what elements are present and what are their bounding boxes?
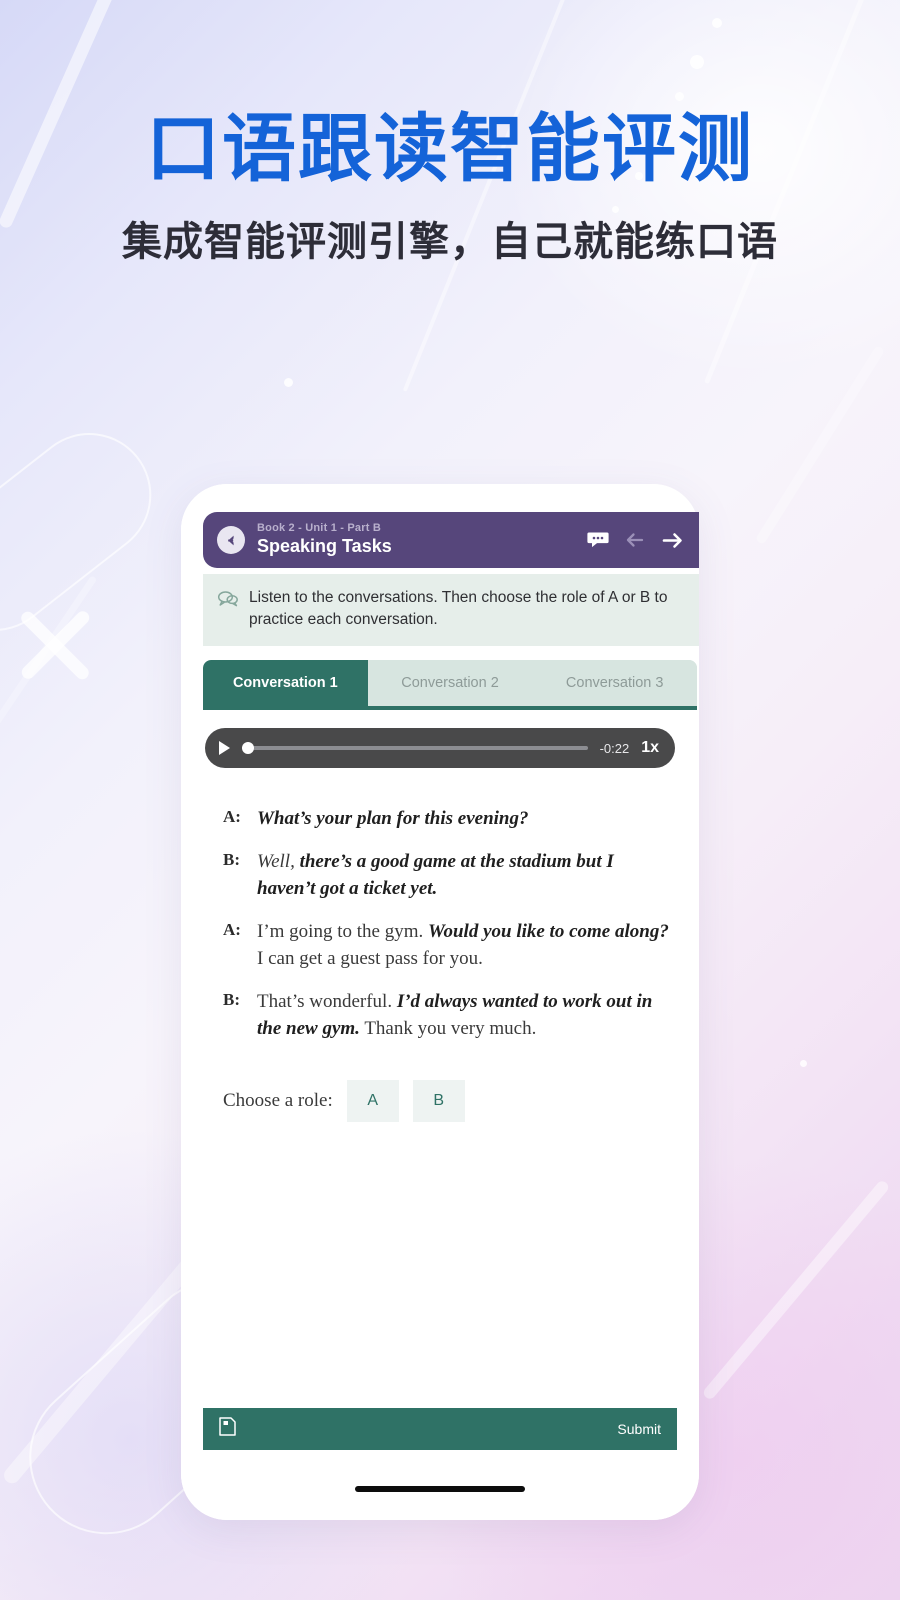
utterance-emphasis: there’s a good game at the stadium but I… xyxy=(257,850,614,899)
app-header-titles: Book 2 - Unit 1 - Part B Speaking Tasks xyxy=(257,522,587,557)
role-option-b[interactable]: B xyxy=(412,1080,465,1122)
tab-underline xyxy=(203,706,697,710)
audio-player: -0:22 1x xyxy=(205,728,675,768)
role-option-a[interactable]: A xyxy=(346,1080,399,1122)
arrow-right-icon[interactable] xyxy=(661,532,683,549)
save-document-icon[interactable] xyxy=(219,1417,236,1441)
utterance-text: That’s wonderful. I’d always wanted to w… xyxy=(257,989,673,1043)
promo-text-block: 口语跟读智能评测 集成智能评测引擎，自己就能练口语 xyxy=(0,107,900,264)
dialogue-line: B: Well, there’s a good game at the stad… xyxy=(223,849,673,903)
speech-bubbles-icon xyxy=(217,590,239,613)
utterance-text: I’m going to the gym. Would you like to … xyxy=(257,919,673,973)
scrubber-handle[interactable] xyxy=(242,742,254,754)
dialogue-line: A: I’m going to the gym. Would you like … xyxy=(223,919,673,973)
app-title: Speaking Tasks xyxy=(257,536,392,557)
decorative-dot xyxy=(800,1060,807,1067)
time-remaining: -0:22 xyxy=(599,740,630,756)
decorative-cross-icon xyxy=(10,600,100,690)
phone-mockup: Book 2 - Unit 1 - Part B Speaking Tasks xyxy=(181,484,699,1520)
instruction-text: Listen to the conversations. Then choose… xyxy=(249,589,668,628)
tab-conversation-3[interactable]: Conversation 3 xyxy=(532,660,697,706)
utterance-emphasis: Would you like to come along? xyxy=(427,920,669,942)
utterance-plain: That’s wonderful. xyxy=(257,990,397,1012)
submit-button[interactable]: Submit xyxy=(617,1421,661,1437)
conversation-tabs: Conversation 1 Conversation 2 Conversati… xyxy=(203,660,697,706)
decorative-dot xyxy=(284,378,293,387)
app-header: Book 2 - Unit 1 - Part B Speaking Tasks xyxy=(203,512,699,568)
speaker-label: B: xyxy=(223,989,240,1009)
playback-rate-button[interactable]: 1x xyxy=(641,739,659,757)
play-icon[interactable] xyxy=(219,741,230,755)
page-subtitle: 集成智能评测引擎，自己就能练口语 xyxy=(122,220,778,264)
tab-conversation-2[interactable]: Conversation 2 xyxy=(367,660,533,706)
chat-bubble-icon[interactable] xyxy=(587,531,609,549)
decorative-dot xyxy=(712,18,722,28)
utterance-plain: Thank you very much. xyxy=(359,1017,537,1039)
app-header-actions xyxy=(587,531,683,549)
utterance-plain: Well, xyxy=(257,850,300,872)
decorative-dot xyxy=(675,92,684,101)
dialogue-line: A: What’s your plan for this evening? xyxy=(223,806,673,833)
speaker-label: A: xyxy=(223,919,241,939)
page-title: 口语跟读智能评测 xyxy=(146,107,754,190)
arrow-left-icon[interactable] xyxy=(625,532,645,548)
instruction-banner: Listen to the conversations. Then choose… xyxy=(203,574,699,646)
dialogue-line: B: That’s wonderful. I’d always wanted t… xyxy=(223,989,673,1043)
utterance-text: Well, there’s a good game at the stadium… xyxy=(257,849,673,903)
home-indicator xyxy=(355,1486,525,1492)
tab-conversation-1[interactable]: Conversation 1 xyxy=(203,660,368,706)
dialogue-list: A: What’s your plan for this evening? B:… xyxy=(223,806,673,1059)
utterance-plain: I’m going to the gym. xyxy=(257,920,428,942)
speaker-label: A: xyxy=(223,807,241,826)
utterance-text: What’s your plan for this evening? xyxy=(257,806,673,833)
bottom-action-bar: Submit xyxy=(203,1408,677,1450)
utterance-emphasis: What’s your plan for this evening? xyxy=(257,808,529,829)
audio-scrubber[interactable] xyxy=(242,742,588,754)
speaker-label: B: xyxy=(223,849,240,869)
utterance-plain: I can get a guest pass for you. xyxy=(257,947,483,969)
breadcrumb: Book 2 - Unit 1 - Part B xyxy=(257,522,381,535)
decorative-dot xyxy=(690,55,704,69)
role-chooser: Choose a role: A B xyxy=(223,1080,465,1122)
back-arrow-circle-icon[interactable] xyxy=(217,526,245,554)
role-chooser-label: Choose a role: xyxy=(223,1090,333,1111)
